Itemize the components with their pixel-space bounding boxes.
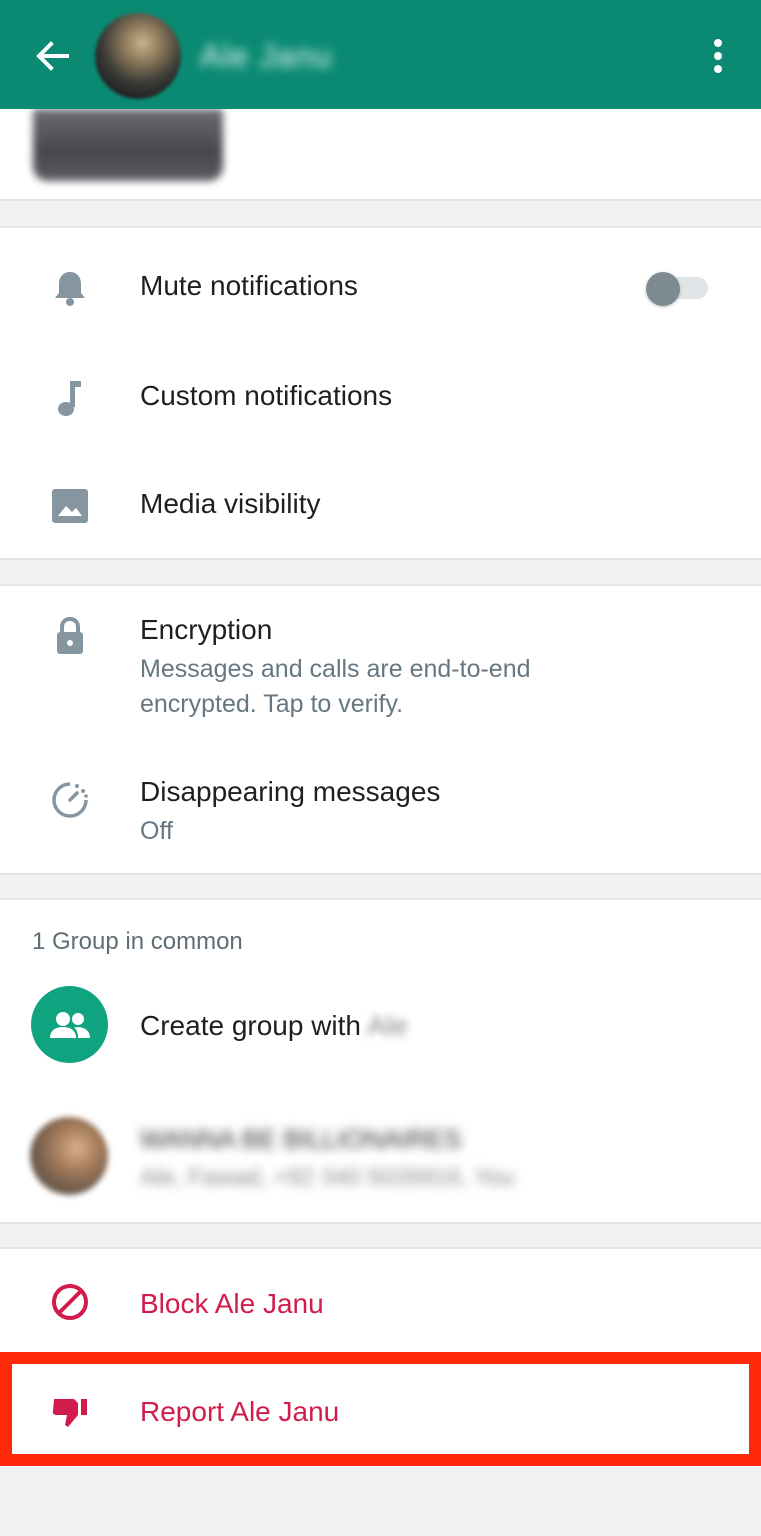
thumbs-down-icon — [48, 1391, 92, 1435]
report-contact-label: Report Ale Janu — [140, 1396, 340, 1427]
disappearing-messages-row[interactable]: Disappearing messages Off — [0, 758, 761, 862]
timer-icon — [48, 778, 92, 822]
group-avatar — [30, 1117, 108, 1195]
encryption-title: Encryption — [140, 614, 273, 645]
bell-icon — [48, 266, 92, 310]
encryption-description-line2: encrypted. Tap to verify. — [140, 690, 404, 718]
contact-avatar[interactable] — [95, 13, 181, 99]
groups-in-common-label: 1 Group in common — [32, 928, 243, 955]
group-add-icon — [31, 986, 108, 1063]
block-contact-row[interactable]: Block Ale Janu — [0, 1250, 761, 1352]
mute-notifications-label: Mute notifications — [140, 270, 358, 301]
media-strip — [0, 109, 761, 201]
more-options-icon[interactable] — [700, 32, 736, 80]
image-icon — [48, 484, 92, 528]
group-list-item[interactable] — [0, 1100, 761, 1210]
toggle-knob — [646, 272, 680, 306]
lock-icon — [48, 614, 92, 658]
encryption-row[interactable]: Encryption Messages and calls are end-to… — [0, 596, 761, 728]
create-group-label: Create group with Ale — [140, 1010, 408, 1042]
encryption-description-line1: Messages and calls are end-to-end — [140, 655, 531, 683]
custom-notifications-label: Custom notifications — [140, 380, 393, 411]
music-note-icon — [48, 376, 92, 420]
contact-name[interactable]: Ale Janu — [200, 38, 333, 78]
block-icon — [48, 1280, 92, 1324]
media-thumbnail[interactable] — [33, 109, 223, 181]
custom-notifications-row[interactable]: Custom notifications — [0, 346, 761, 450]
mute-toggle[interactable] — [646, 272, 708, 306]
top-app-bar: Ale Janu — [0, 0, 761, 109]
disappearing-messages-value: Off — [140, 817, 173, 845]
media-visibility-label: Media visibility — [140, 488, 321, 519]
disappearing-messages-title: Disappearing messages — [140, 776, 441, 807]
group-members: Ale, Fawad, +92 340 5026916, You — [140, 1164, 515, 1191]
create-group-text: Create group with — [140, 1010, 368, 1041]
report-contact-row[interactable]: Report Ale Janu — [0, 1364, 761, 1460]
group-name: WANNA BE BILLIONAIRES — [140, 1124, 462, 1154]
media-visibility-row[interactable]: Media visibility — [0, 454, 761, 558]
back-arrow-icon[interactable] — [30, 33, 76, 79]
create-group-contact-name: Ale — [367, 1010, 408, 1041]
block-contact-label: Block Ale Janu — [140, 1288, 324, 1319]
create-group-row[interactable]: Create group with Ale — [0, 976, 761, 1076]
